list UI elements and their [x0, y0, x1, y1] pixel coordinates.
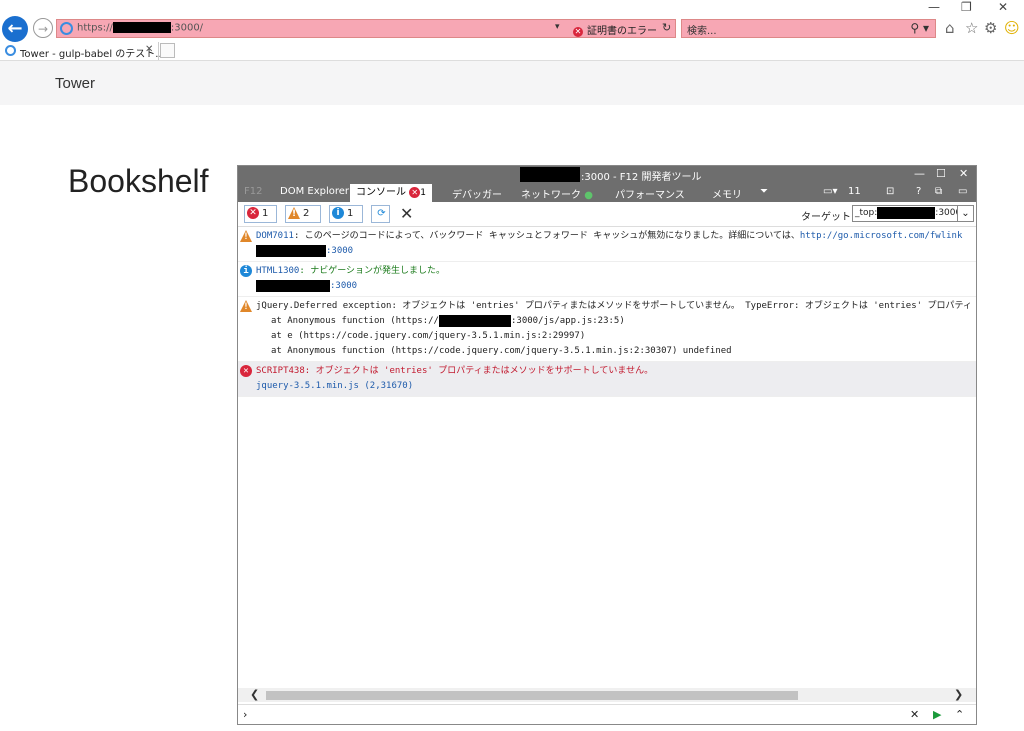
redacted-host	[520, 167, 580, 182]
more-tabs-icon[interactable]: ⏷	[760, 186, 768, 197]
console-message-info: i HTML1300: ナビゲーションが発生しました。 :3000	[238, 262, 976, 297]
error-icon: ✕	[573, 27, 583, 37]
minimize-button[interactable]: —	[928, 0, 940, 14]
filter-errors-button[interactable]: ✕ 1	[244, 205, 277, 223]
prompt-icon: ›	[243, 708, 248, 721]
filter-warnings-button[interactable]: ! 2	[285, 205, 321, 223]
message-source[interactable]: jquery-3.5.1.min.js (2,31670)	[256, 379, 976, 394]
console-filter-bar: ✕ 1 ! 2 i1 ⟳ ✕ ターゲット _top::3000 ⌄	[238, 202, 976, 227]
redacted-host	[256, 279, 330, 292]
message-source[interactable]: :3000	[256, 244, 976, 259]
site-navbar: Tower	[0, 61, 1024, 105]
error-icon: ✕	[247, 207, 259, 219]
warning-icon: !	[240, 230, 252, 242]
redacted-host	[112, 22, 171, 33]
search-input[interactable]: 検索... ⚲ ▾	[681, 19, 936, 38]
cert-error[interactable]: ✕ 証明書のエラー	[573, 22, 657, 37]
error-icon: ✕	[240, 365, 252, 377]
console-toggle-icon[interactable]: ⊡	[886, 186, 894, 197]
arrow-left-icon: ←	[7, 18, 23, 39]
dock-icon[interactable]: ▭	[958, 186, 967, 197]
clear-console-icon[interactable]: ✕	[400, 204, 413, 223]
scroll-left-icon[interactable]: ❮	[250, 688, 259, 701]
ie-icon	[5, 45, 16, 56]
devtools-maximize-button[interactable]: ☐	[936, 167, 946, 180]
url-text: https://:3000/	[77, 22, 204, 34]
tab-network[interactable]: ネットワーク ●	[521, 186, 593, 201]
warning-icon: !	[240, 300, 252, 312]
search-icon[interactable]: ⚲ ▾	[910, 21, 929, 35]
expand-input-icon[interactable]: ⌃	[955, 708, 964, 721]
scrollbar-thumb[interactable]	[266, 691, 798, 700]
browser-tab[interactable]: Tower - gulp-babel のテスト... ✕	[0, 42, 165, 60]
console-message-warning: ! DOM7011: このページのコードによって、バックワード キャッシュとフォ…	[238, 227, 976, 262]
redacted-host	[256, 244, 326, 257]
tab-memory[interactable]: メモリ	[712, 186, 742, 201]
close-window-button[interactable]: ✕	[998, 0, 1008, 14]
address-bar[interactable]: https://:3000/ ▾ ✕ 証明書のエラー ↻	[56, 19, 676, 38]
f12-devtools-window: :3000 - F12 開発者ツール — ☐ ✕ F12 DOM Explore…	[237, 165, 977, 725]
info-icon: i	[332, 207, 344, 219]
arrow-right-icon: →	[37, 22, 49, 36]
document-mode[interactable]: 11	[848, 186, 861, 197]
redacted-host	[877, 206, 936, 219]
help-icon[interactable]: ?	[916, 186, 921, 197]
horizontal-scrollbar[interactable]: ❮ ❯	[238, 688, 976, 702]
run-icon[interactable]: ▶	[933, 708, 941, 721]
search-placeholder: 検索...	[687, 26, 717, 37]
devtools-minimize-button[interactable]: —	[914, 167, 925, 180]
restore-button[interactable]: ❐	[961, 0, 972, 14]
record-icon: ●	[584, 190, 593, 201]
devtools-title: :3000 - F12 開発者ツール	[581, 172, 702, 183]
console-input-row[interactable]: › ✕ ▶ ⌃	[238, 704, 976, 725]
tab-debugger[interactable]: デバッガー	[452, 186, 502, 201]
tab-title: Tower - gulp-babel のテスト...	[20, 49, 165, 60]
tab-performance[interactable]: パフォーマンス	[615, 186, 685, 201]
chevron-down-icon: ⌄	[957, 206, 973, 221]
info-icon: i	[240, 265, 252, 277]
tab-dom-explorer[interactable]: DOM Explorer	[280, 186, 349, 197]
navigate-clear-icon: ⟳	[377, 208, 386, 219]
clear-input-icon[interactable]: ✕	[910, 708, 919, 721]
console-message-error: ✕ SCRIPT438: オブジェクトは 'entries' プロパティまたはメ…	[238, 362, 976, 397]
target-label: ターゲット	[801, 212, 851, 223]
home-icon[interactable]: ⌂	[945, 19, 955, 37]
gear-icon[interactable]: ⚙	[984, 19, 997, 37]
target-select[interactable]: _top::3000 ⌄	[852, 205, 974, 222]
undock-icon[interactable]: ⧉	[935, 186, 942, 197]
error-icon: ✕	[409, 186, 421, 198]
f12-label: F12	[244, 186, 263, 197]
clear-on-navigate-button[interactable]: ⟳	[371, 205, 390, 223]
devtools-close-button[interactable]: ✕	[959, 167, 968, 180]
message-source[interactable]: :3000	[256, 279, 976, 294]
message-text: jQuery.Deferred exception: オブジェクトは 'entr…	[256, 301, 972, 311]
back-button[interactable]: ←	[2, 16, 28, 42]
smiley-icon[interactable]: ☺	[1004, 19, 1020, 37]
message-link[interactable]: http://go.microsoft.com/fwlink	[800, 231, 963, 241]
dropdown-arrow-icon[interactable]: ▾	[555, 22, 560, 32]
stack-line: at e (https://code.jquery.com/jquery-3.5…	[271, 331, 586, 341]
ie-icon	[60, 22, 73, 35]
stack-line: at Anonymous function (https://:3000/js/…	[271, 314, 625, 327]
warning-icon: !	[288, 207, 300, 219]
star-icon[interactable]: ☆	[965, 19, 978, 37]
console-output: ! DOM7011: このページのコードによって、バックワード キャッシュとフォ…	[238, 227, 976, 687]
close-tab-icon[interactable]: ✕	[145, 44, 153, 55]
filter-info-button[interactable]: i1	[329, 205, 363, 223]
devtools-tabs: F12 DOM Explorer コンソール ✕ 1 デバッガー ネットワーク ●…	[238, 184, 976, 202]
emulation-icon[interactable]: ▭▾	[823, 186, 837, 197]
stack-line: at Anonymous function (https://code.jque…	[271, 346, 732, 356]
forward-button[interactable]: →	[33, 18, 53, 38]
new-tab-button[interactable]	[160, 43, 175, 58]
devtools-titlebar: :3000 - F12 開発者ツール — ☐ ✕	[238, 166, 976, 184]
scroll-right-icon[interactable]: ❯	[954, 688, 963, 701]
brand-link[interactable]: Tower	[55, 75, 95, 92]
console-message-warning: ! jQuery.Deferred exception: オブジェクトは 'en…	[238, 297, 976, 362]
redacted-host	[438, 314, 511, 327]
refresh-icon[interactable]: ↻	[662, 21, 671, 34]
tab-console[interactable]: コンソール ✕ 1	[350, 184, 432, 202]
page-heading: Bookshelf	[68, 163, 209, 199]
